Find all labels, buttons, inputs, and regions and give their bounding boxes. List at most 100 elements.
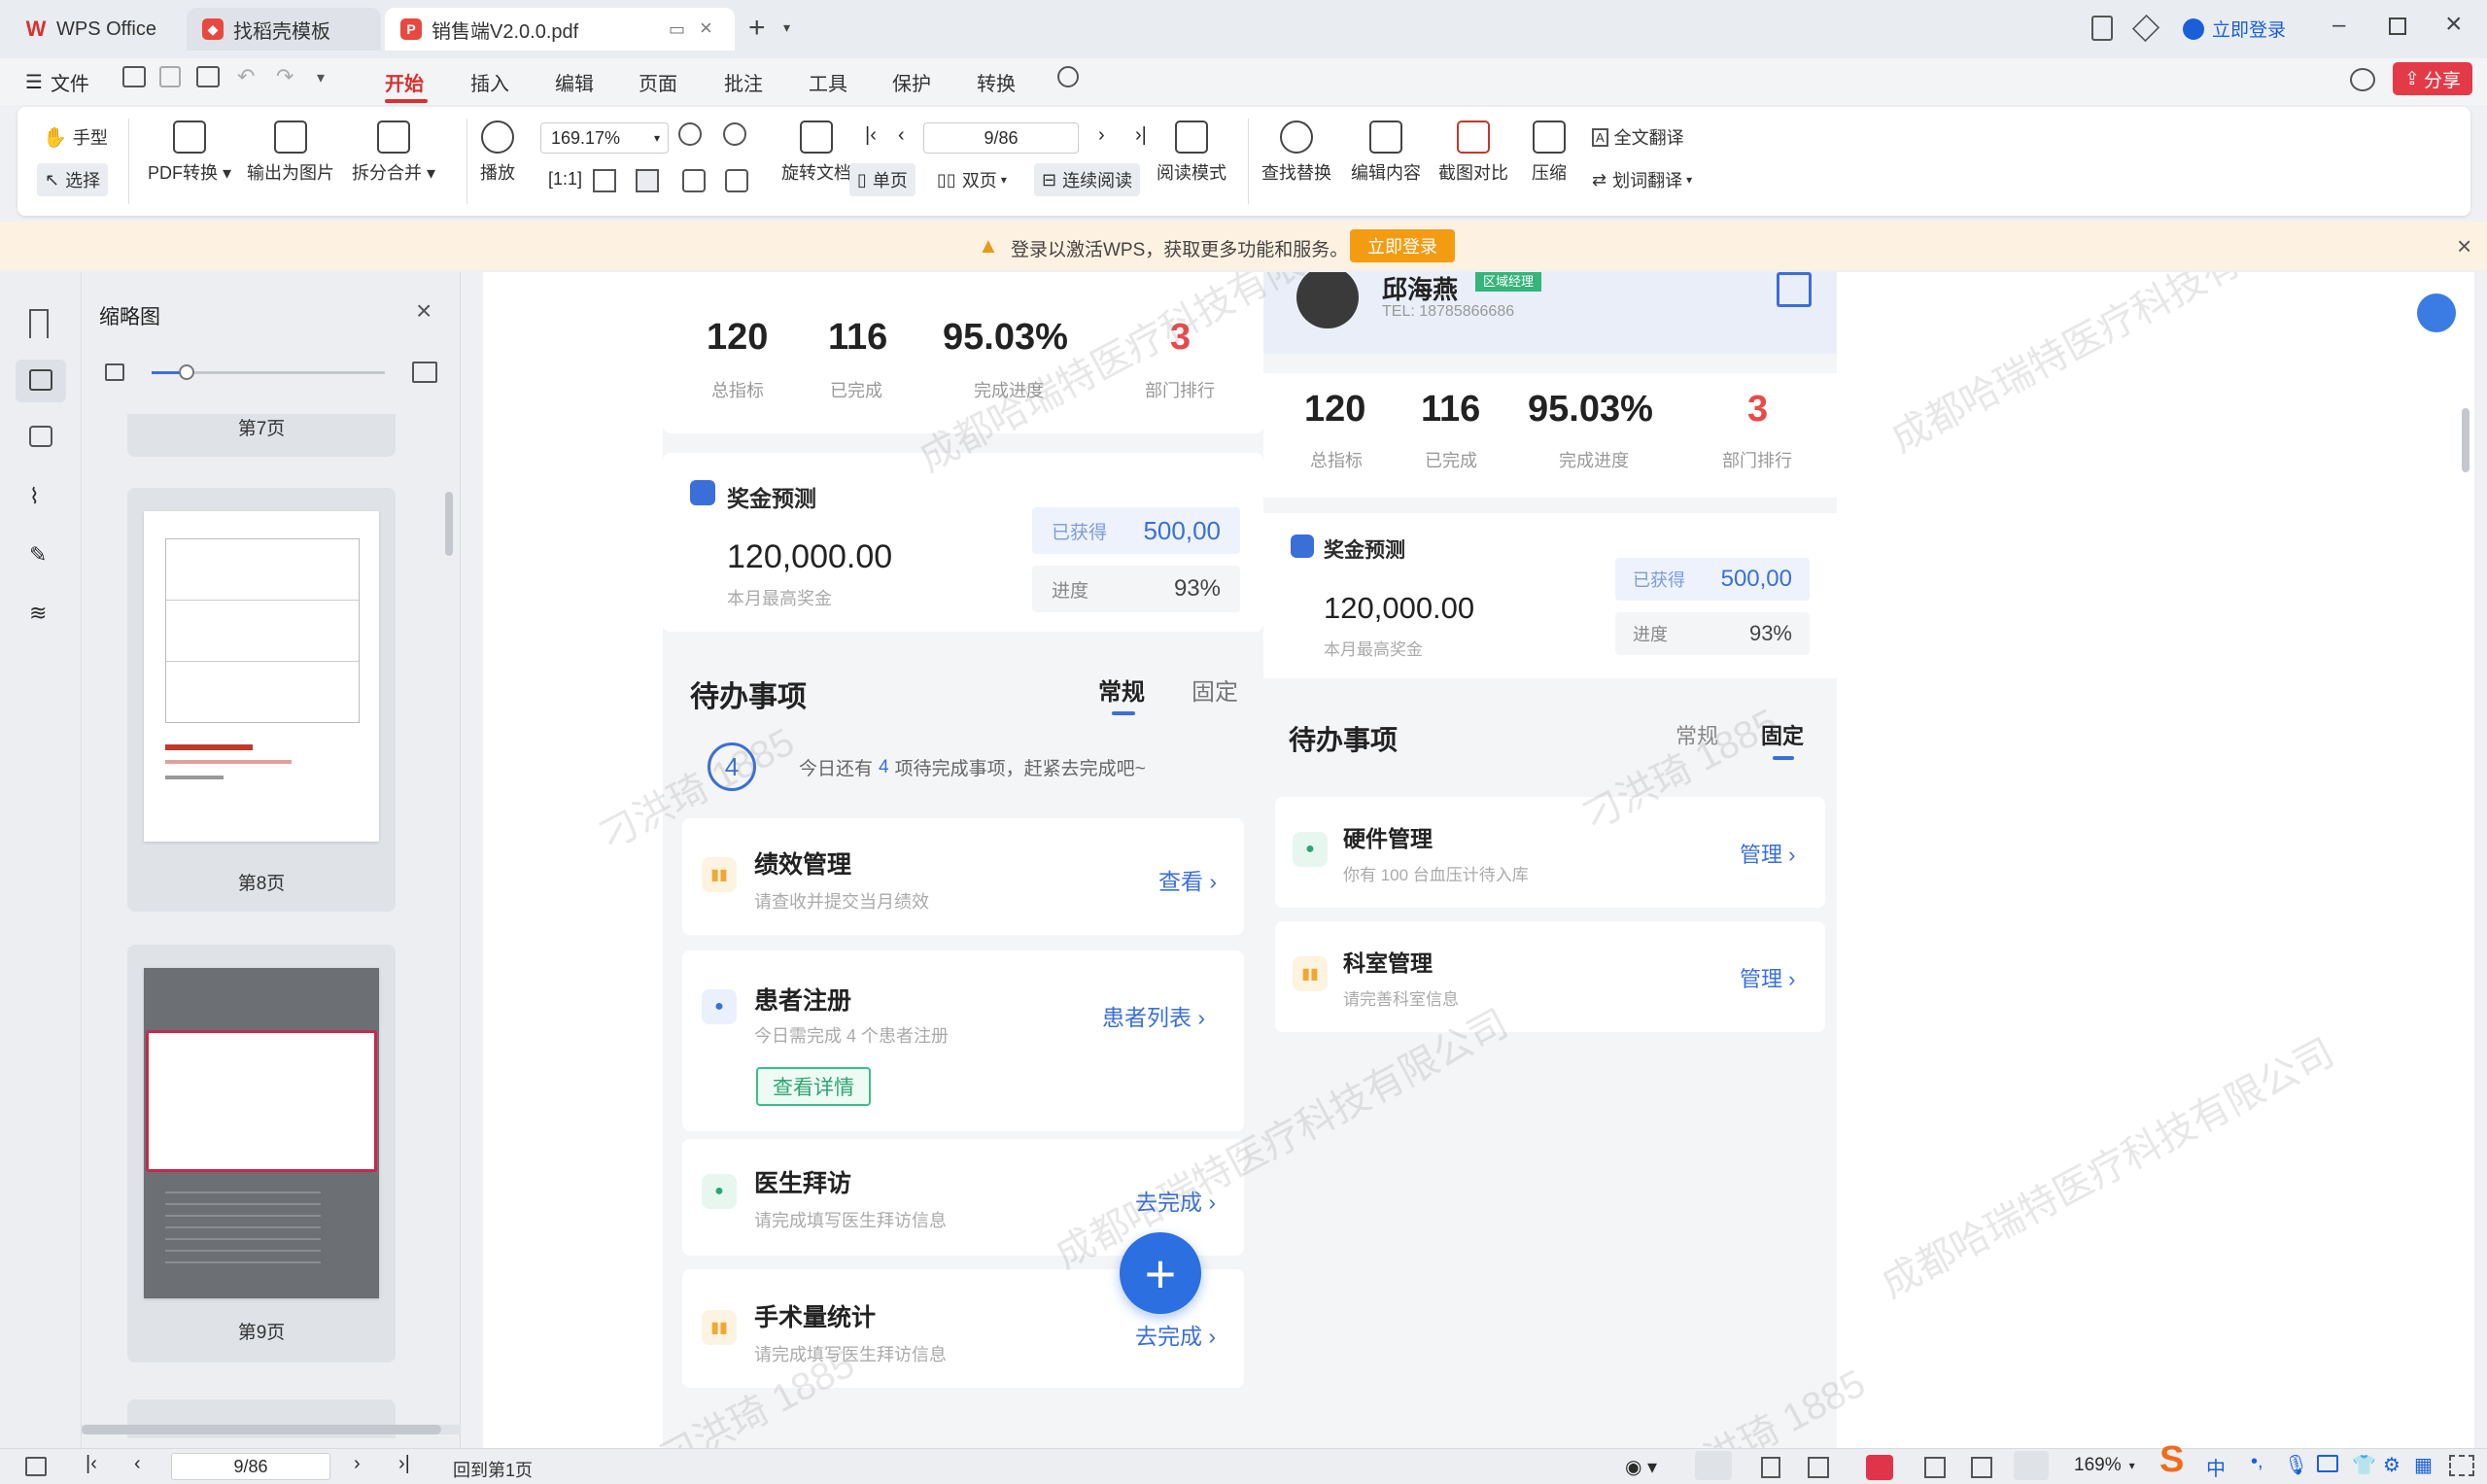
page-number-input[interactable]: 9/86 <box>923 122 1079 154</box>
screenshot-compare-button[interactable]: 截图对比 <box>1438 121 1508 185</box>
save-icon[interactable] <box>159 66 181 87</box>
split-merge-button[interactable]: 拆分合并 ▾ <box>352 121 435 185</box>
todo-tab-fixed[interactable]: 固定 <box>1192 673 1238 707</box>
tab-wps-office[interactable]: W WPS Office <box>10 8 175 51</box>
last-page-icon[interactable]: ›| <box>1135 124 1147 147</box>
tab-template[interactable]: ◆ 找稻壳模板 <box>187 8 381 51</box>
full-translate-button[interactable]: A 全文翻译 <box>1592 124 1684 150</box>
keyboard-icon[interactable] <box>2317 1455 2338 1472</box>
fit-width-icon[interactable] <box>2014 1451 2049 1480</box>
search-icon[interactable] <box>1057 66 1079 87</box>
ime-punct-icon[interactable]: •, <box>2251 1451 2263 1473</box>
task-link[interactable]: 去完成 › <box>1135 1318 1216 1351</box>
ime-menu-icon[interactable]: ▦ <box>2414 1453 2433 1477</box>
find-replace-button[interactable]: 查找替换 <box>1261 121 1331 185</box>
add-fab-icon[interactable]: + <box>1120 1232 1201 1314</box>
cube-icon[interactable] <box>2131 14 2160 43</box>
play-button[interactable]: 播放 <box>480 121 515 185</box>
thumbnail-page-7[interactable]: 第7页 <box>127 414 396 457</box>
double-view-icon[interactable] <box>1808 1457 1829 1478</box>
view-detail-button[interactable]: 查看详情 <box>756 1067 871 1106</box>
sogou-ime-icon[interactable]: S <box>2159 1439 2184 1481</box>
play-slideshow-icon[interactable] <box>1866 1455 1893 1480</box>
rotate-left-icon[interactable] <box>682 169 706 192</box>
close-window-icon[interactable]: × <box>2445 8 2463 41</box>
actual-size-icon[interactable] <box>1924 1457 1946 1478</box>
login-button[interactable]: 立即登录 <box>2183 16 2286 42</box>
large-image-icon[interactable] <box>412 362 437 383</box>
single-page-button[interactable]: ▯ 单页 <box>849 163 915 196</box>
menu-insert[interactable]: 插入 <box>470 68 509 96</box>
continuous-read-button[interactable]: ⊟ 连续阅读 <box>1034 163 1141 196</box>
open-folder-icon[interactable] <box>122 66 146 87</box>
menu-page[interactable]: 页面 <box>639 68 677 96</box>
small-image-icon[interactable] <box>105 363 124 381</box>
ime-language-icon[interactable]: 中 <box>2206 1453 2226 1481</box>
tab-pdf-document[interactable]: P 销售端V2.0.0.pdf ▭ × <box>385 8 735 51</box>
last-page-icon[interactable]: ›| <box>398 1453 410 1475</box>
actual-size-icon[interactable]: [1:1] <box>548 169 582 190</box>
edit-content-button[interactable]: 编辑内容 <box>1351 121 1421 185</box>
select-tool[interactable]: ↖ 选择 <box>37 163 109 196</box>
read-mode-button[interactable]: 阅读模式 <box>1157 121 1226 185</box>
task-card-patient-register[interactable]: ● 患者注册 今日需完成 4 个患者注册 患者列表 › 查看详情 <box>682 950 1244 1131</box>
task-link[interactable]: 患者列表 › <box>1102 999 1205 1032</box>
floating-translate-icon[interactable] <box>2417 293 2456 332</box>
signature-icon[interactable]: ✎ <box>29 542 58 571</box>
prev-page-icon[interactable]: ‹ <box>134 1453 141 1475</box>
slider-handle[interactable] <box>179 364 194 380</box>
todo-tab-fixed[interactable]: 固定 <box>1761 719 1804 750</box>
fit-page-icon[interactable] <box>1971 1457 1992 1478</box>
back-to-first-page[interactable]: 回到第1页 <box>453 1457 533 1482</box>
continuous-view-icon[interactable] <box>1695 1451 1732 1480</box>
pdf-convert-button[interactable]: PDF转换 ▾ <box>148 121 231 185</box>
minimize-icon[interactable]: – <box>2332 12 2345 39</box>
next-page-icon[interactable]: › <box>1098 124 1105 147</box>
thumbnail-scrollbar[interactable] <box>445 492 453 556</box>
qr-code-icon[interactable] <box>1777 272 1812 307</box>
document-viewer[interactable]: 120 总指标 116 已完成 95.03% 完成进度 3 部门排行 奖金预测 … <box>483 272 2474 1448</box>
close-pane-icon[interactable]: × <box>416 295 432 327</box>
quick-access-chevron-icon[interactable]: ▾ <box>317 68 325 87</box>
share-button[interactable]: ⇪ 分享 <box>2393 62 2472 95</box>
task-link[interactable]: 管理 › <box>1740 838 1795 869</box>
hand-tool[interactable]: ✋ 手型 <box>43 124 108 150</box>
rotate-right-icon[interactable] <box>725 169 748 192</box>
restore-icon[interactable] <box>2389 17 2406 35</box>
single-view-icon[interactable] <box>1761 1457 1780 1478</box>
thumbnail-panel-icon[interactable] <box>16 360 66 402</box>
thumbnail-page-9-selected[interactable]: 第9页 <box>127 945 396 1363</box>
file-menu[interactable]: ☰ 文件 <box>25 68 89 96</box>
microphone-icon[interactable]: 🎙 <box>2284 1453 2308 1477</box>
undo-icon[interactable]: ↶ <box>237 64 255 89</box>
task-link[interactable]: 去完成 › <box>1135 1184 1216 1217</box>
ime-toolbox-icon[interactable]: ⚙ <box>2383 1453 2401 1477</box>
fit-width-icon[interactable] <box>636 169 659 192</box>
todo-tab-normal[interactable]: 常规 <box>1098 673 1145 707</box>
close-notice-icon[interactable]: × <box>2457 231 2471 261</box>
zoom-in-icon[interactable] <box>723 122 746 146</box>
rotate-doc-button[interactable]: 旋转文档 <box>781 121 851 185</box>
notice-login-button[interactable]: 立即登录 <box>1350 229 1455 262</box>
todo-tab-normal[interactable]: 常规 <box>1675 719 1718 750</box>
document-scrollbar[interactable] <box>2462 408 2470 472</box>
zoom-out-icon[interactable] <box>678 122 702 146</box>
thumbnail-horizontal-scrollbar[interactable] <box>82 1425 461 1434</box>
task-link[interactable]: 管理 › <box>1740 962 1795 993</box>
fullscreen-icon[interactable] <box>2449 1455 2474 1476</box>
monitor-icon[interactable]: ▭ <box>669 19 685 40</box>
first-page-icon[interactable]: |‹ <box>86 1453 97 1475</box>
thumbnail-size-slider[interactable] <box>152 364 385 380</box>
task-card-performance[interactable]: ▮▮ 绩效管理 请查收并提交当月绩效 查看 › <box>682 818 1244 935</box>
prev-page-icon[interactable]: ‹ <box>898 124 905 147</box>
menu-tools[interactable]: 工具 <box>809 68 847 96</box>
double-page-button[interactable]: ▯▯ 双页 ▾ <box>937 167 1007 192</box>
chat-icon[interactable] <box>2350 68 2375 91</box>
compress-button[interactable]: 压缩 <box>1532 121 1567 185</box>
bookmark-icon[interactable] <box>29 309 49 338</box>
menu-edit[interactable]: 编辑 <box>555 68 594 96</box>
first-page-icon[interactable]: |‹ <box>865 124 877 147</box>
new-tab-icon[interactable]: + <box>748 12 766 45</box>
next-page-icon[interactable]: › <box>354 1453 361 1475</box>
attachment-icon[interactable]: ⌇ <box>29 484 58 513</box>
